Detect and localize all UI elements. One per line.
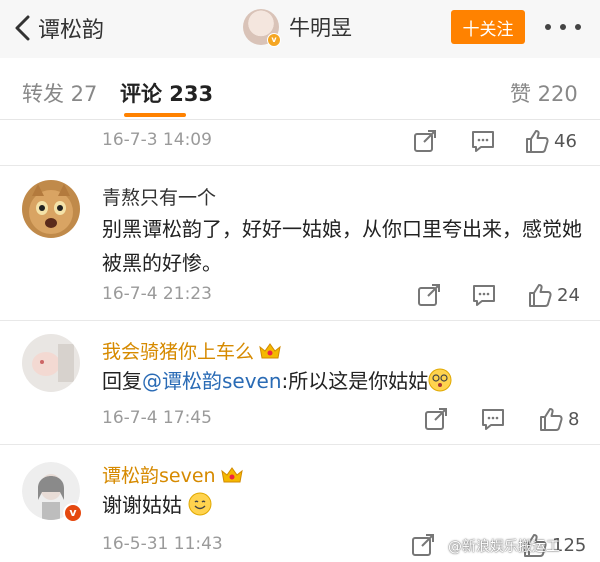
profile-name[interactable]: 牛明昱: [289, 12, 352, 42]
commenter-name[interactable]: 我会骑猪你上车么: [102, 337, 282, 364]
repost-button[interactable]: [412, 126, 438, 156]
thumbs-up-icon: [529, 284, 552, 307]
comment-text: 谢谢姑姑: [102, 488, 592, 522]
avatar[interactable]: [22, 180, 80, 238]
commenter-name[interactable]: 青熬只有一个: [102, 183, 216, 210]
comment-text-content: 谢谢姑姑: [102, 493, 182, 517]
divider: [0, 165, 600, 166]
smile-emoji-icon: [188, 492, 212, 516]
repost-button[interactable]: [423, 404, 449, 434]
repost-icon: [412, 534, 434, 556]
tab-likes[interactable]: 赞 220: [510, 78, 578, 108]
repost-icon: [425, 408, 447, 430]
verified-badge-icon: v: [63, 503, 83, 523]
comment-meta: 16-7-4 21:23 24: [102, 280, 582, 310]
reply-prefix: 回复: [102, 369, 142, 393]
comment-text: 别黑谭松韵了，好好一姑娘，从你口里夸出来，感觉她被黑的好惨。: [102, 217, 582, 275]
comment-time: 16-7-4 17:45: [102, 408, 212, 428]
active-tab-indicator: [124, 113, 186, 117]
cat-avatar-icon: [22, 180, 80, 238]
thumbs-up-icon: [540, 408, 563, 431]
reply-text: :所以这是你姑姑: [281, 369, 429, 393]
more-options-icon[interactable]: [545, 17, 581, 37]
watermark: @新浪娱乐搬运工: [448, 539, 560, 555]
comment-icon: [473, 285, 495, 306]
mention-link[interactable]: @谭松韵seven: [142, 369, 282, 393]
like-button[interactable]: 8: [538, 404, 579, 434]
comment-time: 16-7-3 14:09: [102, 130, 212, 150]
commenter-name[interactable]: 谭松韵seven: [102, 461, 244, 488]
back-button[interactable]: 谭松韵: [14, 10, 104, 46]
thumbs-up-icon: [526, 130, 549, 153]
top-nav-bar: 谭松韵 v 牛明昱 十关注: [0, 0, 600, 58]
commenter-name-text[interactable]: 我会骑猪你上车么: [102, 341, 254, 363]
repost-icon: [414, 130, 436, 152]
like-button[interactable]: 24: [527, 280, 580, 310]
comment-button[interactable]: [480, 404, 506, 434]
like-button[interactable]: 46: [524, 126, 577, 156]
repost-button[interactable]: [416, 280, 442, 310]
back-label: 谭松韵: [38, 18, 105, 43]
repost-icon: [418, 284, 440, 306]
comment-text: 回复@谭松韵seven:所以这是你姑姑: [102, 364, 592, 398]
comment-button[interactable]: [471, 280, 497, 310]
avatar[interactable]: v: [243, 9, 281, 47]
avatar[interactable]: v: [22, 462, 83, 523]
vip-crown-icon: [259, 343, 281, 359]
vip-crown-icon: [220, 467, 243, 483]
detail-tabs: 转发 27 评论 233 赞 220: [0, 58, 600, 120]
repost-button[interactable]: [410, 530, 436, 560]
comment-icon: [482, 409, 504, 430]
tab-comments[interactable]: 评论 233: [120, 78, 213, 108]
comment-button[interactable]: [470, 126, 496, 156]
like-count: 46: [554, 130, 577, 152]
chevron-left-icon: [15, 15, 30, 41]
avatar[interactable]: [22, 334, 80, 392]
like-count: 24: [557, 284, 580, 306]
verified-badge-icon: v: [267, 33, 281, 47]
comment-meta: 16-7-4 17:45 8: [102, 404, 582, 434]
comment-time: 16-7-4 21:23: [102, 284, 212, 304]
comment-meta: 16-7-3 14:09 46: [102, 126, 582, 156]
tab-reposts[interactable]: 转发 27: [22, 78, 97, 108]
photo-avatar-icon: [22, 334, 80, 392]
dizzy-emoji-icon: [428, 368, 452, 392]
follow-button[interactable]: 十关注: [451, 10, 525, 44]
profile-header[interactable]: v 牛明昱: [243, 9, 352, 47]
divider: [0, 320, 600, 321]
commenter-name-text[interactable]: 谭松韵seven: [102, 465, 216, 487]
like-count: 8: [568, 408, 580, 430]
comment-icon: [472, 131, 494, 152]
comment-time: 16-5-31 11:43: [102, 534, 223, 554]
divider: [0, 444, 600, 445]
